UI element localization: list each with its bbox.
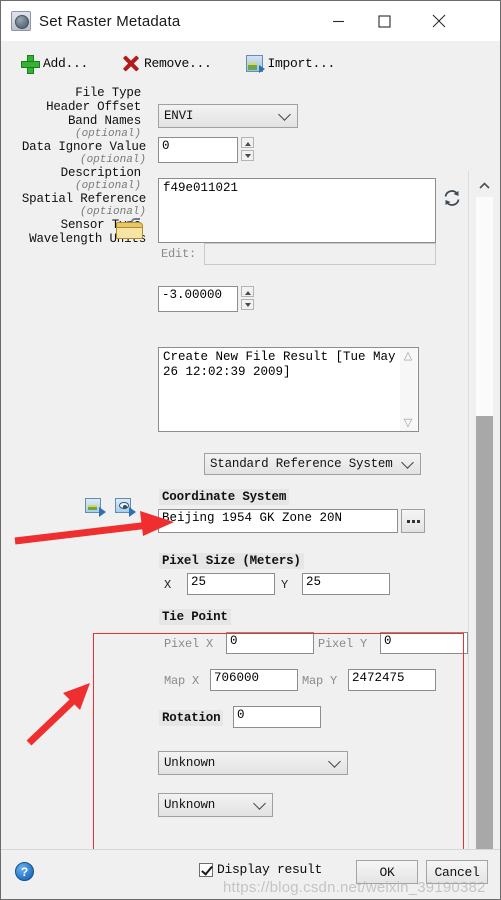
spatial-reference-mode-value: Standard Reference System: [210, 457, 393, 471]
envi-globe-icon: [11, 11, 31, 31]
chevron-down-icon: [278, 108, 291, 121]
tie-point-label: Tie Point: [159, 609, 231, 625]
refresh-icon[interactable]: [442, 188, 462, 208]
open-folder-icon[interactable]: [116, 218, 146, 242]
checkbox-check-icon[interactable]: [199, 862, 213, 877]
sensor-type-value: Unknown: [164, 756, 216, 770]
watermark-text: https://blog.csdn.net/weixin_39190382: [223, 879, 486, 896]
rotation-input[interactable]: 0: [233, 706, 321, 728]
tie-point-pixel-y-label: Pixel Y: [318, 637, 368, 651]
band-names-textarea[interactable]: f49e011021: [158, 178, 436, 243]
spatial-reference-label: Spatial Reference: [21, 192, 146, 206]
data-ignore-value-optional-label: (optional): [79, 154, 146, 166]
remove-button[interactable]: Remove...: [116, 49, 218, 79]
tie-point-pixel-x-label: Pixel X: [164, 637, 214, 651]
title-bar: Set Raster Metadata: [1, 1, 500, 41]
rotation-label: Rotation: [159, 710, 224, 726]
file-type-select[interactable]: ENVI: [158, 104, 298, 128]
header-offset-input[interactable]: 0: [158, 137, 238, 163]
display-result-checkbox[interactable]: Display result: [199, 862, 322, 877]
data-ignore-value-label: Data Ignore Value: [21, 140, 146, 154]
add-button[interactable]: Add...: [15, 49, 94, 79]
tie-point-map-y-label: Map Y: [302, 674, 338, 688]
set-raster-metadata-dialog: Set Raster Metadata Add... Remove... Imp…: [0, 0, 501, 900]
add-button-label: Add...: [43, 56, 89, 71]
description-textarea[interactable]: Create New File Result [Tue May 26 12:02…: [158, 347, 419, 432]
chevron-down-icon: [328, 755, 341, 768]
form-scroll-content: File Type ENVI Header Offset 0 Band Name…: [1, 86, 468, 899]
coordinate-system-browse-button[interactable]: [401, 509, 425, 533]
band-names-edit-input[interactable]: [204, 243, 436, 265]
image-export-icon[interactable]: [85, 498, 106, 517]
description-optional-label: (optional): [74, 180, 141, 192]
window-title: Set Raster Metadata: [39, 12, 181, 30]
description-label: Description: [60, 166, 142, 180]
display-export-icon[interactable]: [115, 498, 136, 517]
chevron-down-icon: [401, 456, 414, 469]
spatial-reference-optional-label: (optional): [79, 206, 146, 218]
pixel-size-y-input[interactable]: 25: [302, 573, 390, 595]
image-import-icon: [245, 55, 265, 73]
chevron-down-icon: [253, 797, 266, 810]
toolbar: Add... Remove... Import...: [1, 41, 500, 86]
chevron-up-icon[interactable]: △: [403, 351, 413, 362]
file-type-value: ENVI: [164, 109, 194, 123]
scrollbar-thumb[interactable]: [476, 416, 493, 876]
tie-point-map-x-label: Map X: [164, 674, 200, 688]
tie-point-map-x-input[interactable]: 706000: [210, 669, 298, 691]
tie-point-map-y-input[interactable]: 2472475: [348, 669, 436, 691]
display-result-label: Display result: [217, 862, 323, 877]
remove-button-label: Remove...: [144, 56, 212, 71]
chevron-down-icon[interactable]: ▽: [403, 418, 413, 429]
sensor-type-select[interactable]: Unknown: [158, 751, 348, 775]
wavelength-units-select[interactable]: Unknown: [158, 793, 273, 817]
file-type-label: File Type: [75, 86, 141, 100]
coordinate-system-input[interactable]: Beijing 1954 GK Zone 20N: [158, 509, 398, 533]
band-names-label: Band Names: [67, 114, 141, 128]
import-button-label: Import...: [267, 56, 336, 71]
tie-point-pixel-x-input[interactable]: 0: [226, 632, 314, 654]
tie-point-pixel-y-input[interactable]: 0: [380, 632, 468, 654]
scroll-up-icon[interactable]: [476, 175, 493, 197]
x-icon: [122, 55, 139, 72]
form-panel: File Type ENVI Header Offset 0 Band Name…: [1, 86, 500, 899]
pixel-size-label: Pixel Size (Meters): [159, 553, 304, 569]
plus-icon: [21, 55, 40, 74]
pixel-size-x-label: X: [164, 578, 172, 592]
wavelength-units-value: Unknown: [164, 798, 216, 812]
header-offset-label: Header Offset: [46, 100, 141, 114]
band-names-optional-label: (optional): [74, 128, 141, 140]
maximize-icon[interactable]: [361, 1, 407, 41]
pixel-size-x-input[interactable]: 25: [187, 573, 275, 595]
close-icon[interactable]: [416, 1, 462, 41]
data-ignore-spinner-down[interactable]: [241, 299, 254, 310]
coordinate-system-label: Coordinate System: [159, 489, 290, 505]
data-ignore-value-input[interactable]: -3.00000: [158, 286, 238, 312]
help-icon[interactable]: ?: [15, 862, 34, 881]
header-offset-spinner-up[interactable]: [241, 137, 254, 148]
spatial-reference-mode-select[interactable]: Standard Reference System: [204, 453, 421, 475]
description-scrollbar[interactable]: △ ▽: [400, 348, 417, 431]
minimize-icon[interactable]: [315, 1, 361, 41]
form-vertical-scrollbar[interactable]: [468, 171, 500, 899]
header-offset-spinner-down[interactable]: [241, 150, 254, 161]
dialog-footer: ? Display result OK Cancel https://blog.…: [1, 849, 500, 899]
pixel-size-y-label: Y: [281, 578, 289, 592]
data-ignore-spinner-up[interactable]: [241, 286, 254, 297]
band-names-edit-label: Edit:: [161, 247, 197, 261]
import-button[interactable]: Import...: [240, 49, 342, 79]
